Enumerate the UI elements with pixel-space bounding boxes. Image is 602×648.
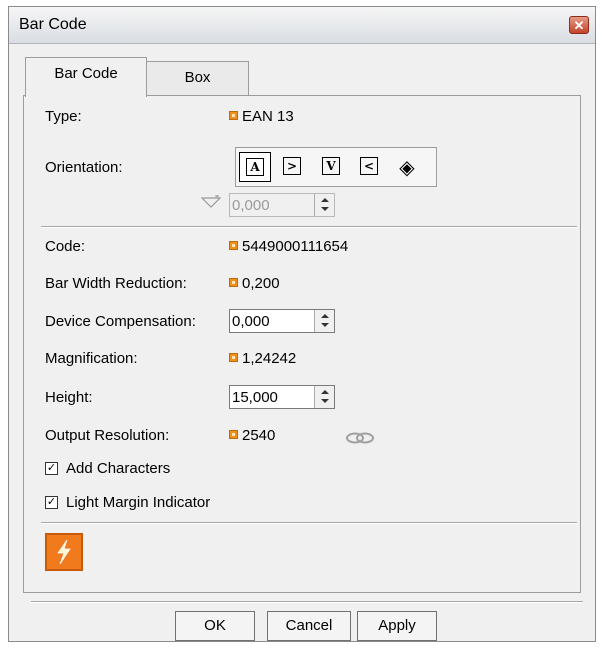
output-resolution-value-wrap[interactable]: 2540 — [229, 427, 275, 444]
code-value: 5449000111654 — [242, 238, 349, 255]
ok-label: OK — [204, 617, 226, 634]
lock-icon — [229, 353, 238, 362]
chain-link-icon[interactable] — [345, 432, 375, 444]
type-value: EAN 13 — [242, 108, 294, 125]
footer-divider — [31, 601, 583, 603]
section-divider — [41, 226, 577, 228]
magnification-value-wrap[interactable]: 1,24242 — [229, 350, 296, 367]
light-margin-indicator-checkbox[interactable]: ✓ Light Margin Indicator — [45, 494, 210, 511]
type-value-wrap[interactable]: EAN 13 — [229, 108, 294, 125]
cancel-label: Cancel — [285, 617, 333, 634]
orientation-90-button[interactable]: > — [276, 152, 308, 182]
tab-box-label: Box — [184, 69, 211, 86]
device-compensation-stepper[interactable]: 0,000 — [229, 309, 335, 333]
tab-bar-code[interactable]: Bar Code — [25, 57, 147, 97]
add-characters-checkbox[interactable]: ✓ Add Characters — [45, 460, 170, 477]
output-resolution-value: 2540 — [242, 427, 276, 444]
checkmark-icon: ✓ — [45, 496, 58, 509]
orientation-0-button[interactable]: A — [239, 152, 271, 182]
magnification-value: 1,24242 — [242, 350, 297, 367]
light-margin-indicator-label: Light Margin Indicator — [66, 494, 211, 511]
type-label: Type: — [45, 108, 82, 125]
orientation-180-icon: V — [322, 157, 340, 175]
height-stepper[interactable]: 15,000 — [229, 385, 335, 409]
bar-width-reduction-value: 0,200 — [242, 275, 280, 292]
orientation-free-button[interactable]: ◈ — [391, 152, 423, 182]
window-title: Bar Code — [19, 16, 87, 33]
ok-button[interactable]: OK — [175, 611, 255, 641]
angle-spin-arrows[interactable] — [314, 194, 334, 216]
lock-icon — [229, 278, 238, 287]
angle-icon — [201, 195, 221, 208]
lock-icon — [229, 241, 238, 250]
add-characters-label: Add Characters — [66, 460, 171, 477]
bar-code-dialog: Bar Code ✕ Bar Code Box Type: EAN 13 Ori… — [8, 6, 596, 642]
angle-stepper[interactable]: 0,000 — [229, 193, 335, 217]
angle-value: 0,000 — [232, 197, 270, 214]
code-label: Code: — [45, 238, 86, 255]
height-value: 15,000 — [232, 389, 278, 406]
orientation-180-button[interactable]: V — [315, 152, 347, 182]
device-compensation-spin-arrows[interactable] — [314, 310, 334, 332]
height-label: Height: — [45, 389, 93, 406]
bar-width-reduction-value-wrap[interactable]: 0,200 — [229, 275, 280, 292]
orientation-270-icon: < — [360, 157, 378, 175]
output-resolution-label: Output Resolution: — [45, 427, 170, 444]
code-value-wrap[interactable]: 5449000111654 — [229, 238, 348, 255]
orientation-label: Orientation: — [45, 159, 123, 176]
bar-width-reduction-label: Bar Width Reduction: — [45, 275, 187, 292]
lock-icon — [229, 430, 238, 439]
checkmark-icon: ✓ — [45, 462, 58, 475]
height-spin-arrows[interactable] — [314, 386, 334, 408]
orientation-270-button[interactable]: < — [353, 152, 385, 182]
device-compensation-label: Device Compensation: — [45, 313, 196, 330]
tab-bar-code-label: Bar Code — [54, 65, 118, 82]
orientation-90-icon: > — [283, 157, 301, 175]
lightning-icon — [57, 539, 71, 565]
close-button[interactable]: ✕ — [569, 16, 589, 34]
magnification-label: Magnification: — [45, 350, 138, 367]
apply-label: Apply — [378, 617, 416, 634]
cancel-button[interactable]: Cancel — [267, 611, 351, 641]
orientation-0-icon: A — [246, 158, 264, 176]
orientation-buttons: A > V < ◈ — [235, 147, 437, 187]
lock-icon — [229, 111, 238, 120]
orientation-free-icon: ◈ — [399, 155, 415, 179]
section-divider — [41, 522, 577, 524]
apply-lightning-button[interactable] — [45, 533, 83, 571]
device-compensation-value: 0,000 — [232, 313, 270, 330]
close-icon: ✕ — [573, 18, 585, 33]
title-bar: Bar Code ✕ — [9, 7, 595, 44]
apply-button[interactable]: Apply — [357, 611, 437, 641]
tab-box[interactable]: Box — [147, 61, 249, 95]
